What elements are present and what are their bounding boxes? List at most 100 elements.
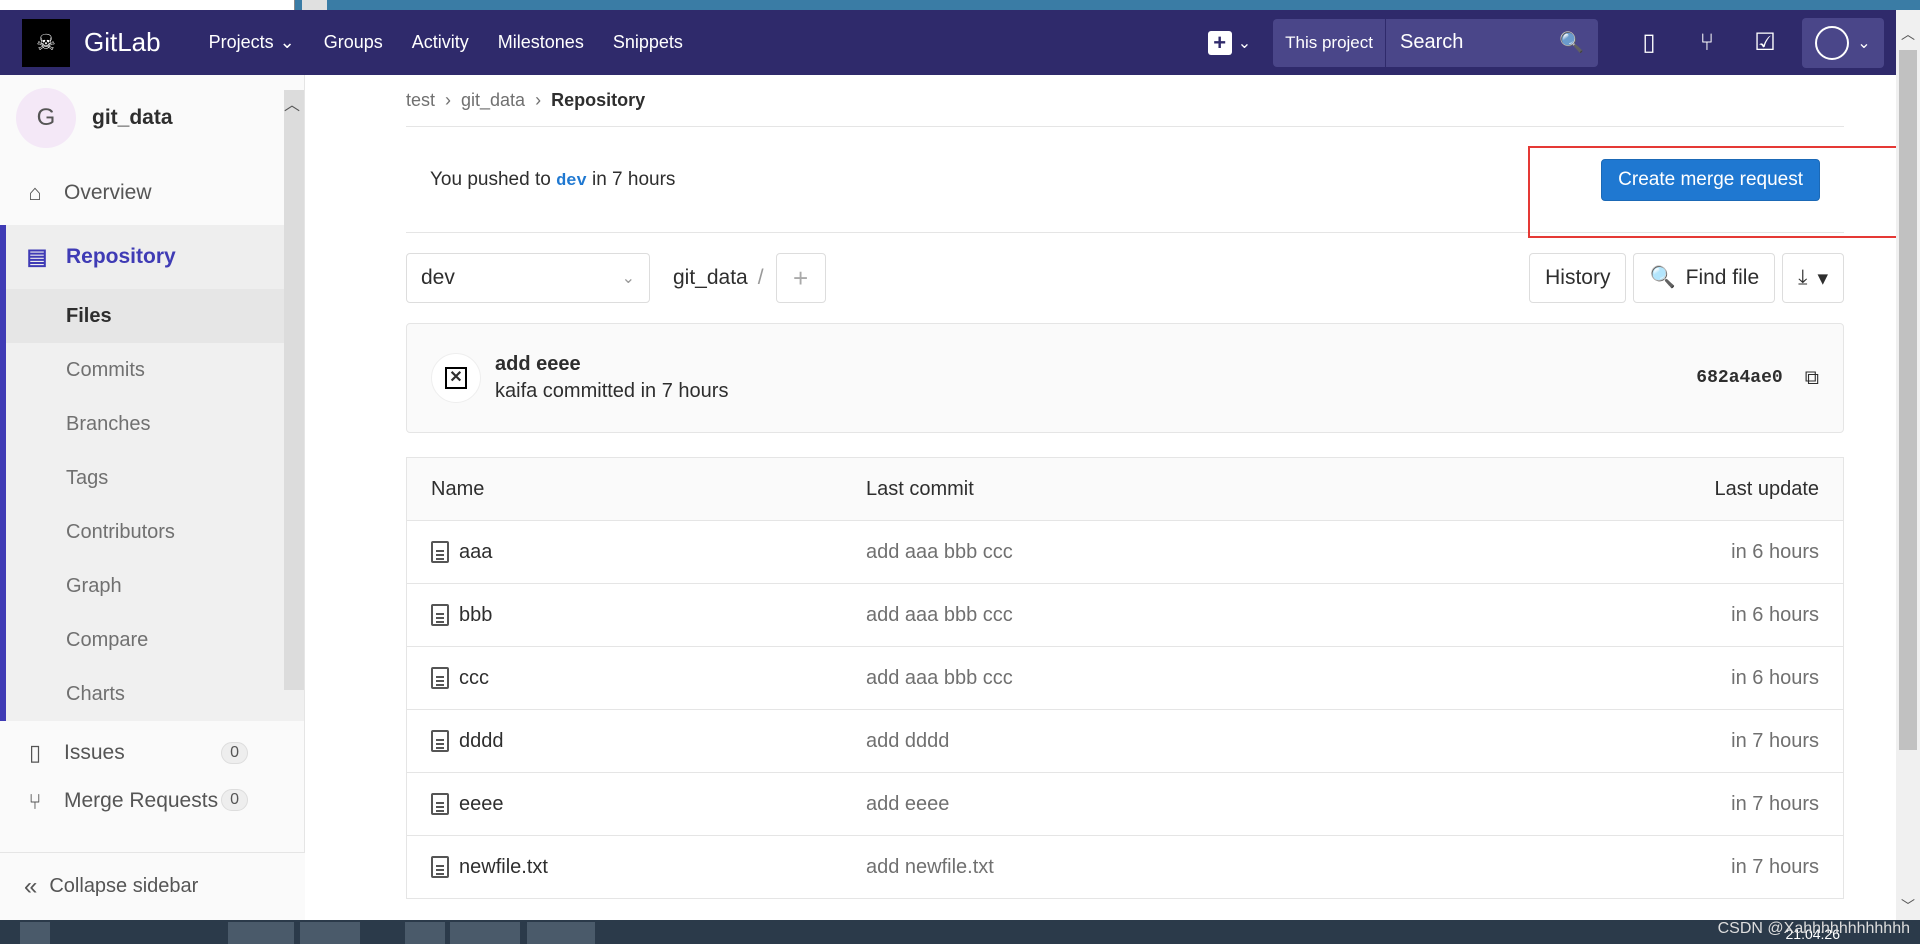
- file-updated-cell: in 7 hours: [1731, 792, 1819, 815]
- nav-snippets[interactable]: Snippets: [613, 32, 683, 53]
- file-updated-cell: in 6 hours: [1731, 666, 1819, 689]
- chevron-down-icon[interactable]: ﹀: [1901, 896, 1915, 916]
- commit-title[interactable]: add eeee: [495, 353, 728, 376]
- double-chevron-left-icon: «: [24, 872, 38, 900]
- file-commit-cell[interactable]: add aaa bbb ccc: [866, 667, 1731, 690]
- issues-nav-icon[interactable]: ▯: [1620, 10, 1678, 75]
- sidebar-subitem-tags[interactable]: Tags: [0, 451, 304, 505]
- nav-activity[interactable]: Activity: [412, 32, 469, 53]
- file-name-cell[interactable]: bbb: [431, 604, 866, 627]
- breadcrumb-item[interactable]: git_data: [461, 90, 525, 111]
- nav-groups[interactable]: Groups: [324, 32, 383, 53]
- sidebar-subitem-commits[interactable]: Commits: [0, 343, 304, 397]
- start-button[interactable]: [20, 922, 50, 944]
- breadcrumb-current[interactable]: Repository: [551, 90, 645, 111]
- file-commit-cell[interactable]: add newfile.txt: [866, 856, 1731, 879]
- sidebar-subitem-files[interactable]: Files: [0, 289, 304, 343]
- taskbar-app[interactable]: [228, 922, 294, 944]
- taskbar-app[interactable]: [450, 922, 520, 944]
- file-commit-cell[interactable]: add dddd: [866, 730, 1731, 753]
- sidebar-item-label: Issues: [64, 741, 125, 764]
- commit-avatar[interactable]: ✕: [431, 353, 481, 403]
- file-name[interactable]: dddd: [459, 730, 504, 753]
- gitlab-logo-icon[interactable]: ☠: [22, 18, 70, 67]
- sidebar-item-repository[interactable]: ▤ Repository: [0, 225, 304, 289]
- sidebar-subitem-graph[interactable]: Graph: [0, 559, 304, 613]
- file-name-cell[interactable]: eeee: [431, 793, 866, 816]
- taskbar-app[interactable]: [527, 922, 595, 944]
- sidebar-project-header[interactable]: G git_data: [0, 75, 304, 161]
- search-icon: 🔍: [1649, 266, 1676, 289]
- os-taskbar: 21:04:26 CSDN @Xahhhhhhhhhhhh: [0, 920, 1920, 944]
- file-name[interactable]: bbb: [459, 604, 492, 627]
- user-menu[interactable]: ⌄: [1802, 17, 1884, 68]
- main-content: test › git_data › Repository You pushed …: [406, 75, 1906, 899]
- mr-count-badge: 0: [221, 789, 248, 811]
- sidebar-item-merge-requests[interactable]: ⑂ Merge Requests 0: [0, 785, 304, 815]
- top-navbar: ☠ GitLab Projects ⌄ Groups Activity Miles…: [0, 10, 1896, 75]
- history-button[interactable]: History: [1529, 253, 1627, 303]
- add-to-tree-button[interactable]: +: [775, 253, 826, 303]
- file-name[interactable]: eeee: [459, 793, 504, 816]
- repo-path[interactable]: git_data: [673, 266, 748, 290]
- file-updated-cell: in 6 hours: [1731, 540, 1819, 563]
- chevron-up-icon[interactable]: ︿: [284, 91, 300, 115]
- file-name[interactable]: ccc: [459, 667, 489, 690]
- search-input[interactable]: Search 🔍: [1386, 18, 1598, 67]
- page-scrollbar[interactable]: ︿ ﹀: [1896, 10, 1920, 920]
- sidebar-item-issues[interactable]: ▯ Issues 0: [0, 721, 304, 785]
- table-row: dddd add dddd in 7 hours: [407, 710, 1843, 773]
- push-suffix: in 7 hours: [591, 168, 676, 190]
- commit-sha[interactable]: 682a4ae0: [1696, 368, 1782, 388]
- chevron-up-icon[interactable]: ︿: [1901, 24, 1915, 44]
- file-commit-cell[interactable]: add eeee: [866, 793, 1731, 816]
- browser-tab-strip: [0, 0, 1920, 10]
- download-dropdown-button[interactable]: ⤓ ▾: [1782, 253, 1844, 303]
- sidebar-subitem-compare[interactable]: Compare: [0, 613, 304, 667]
- new-tab-button[interactable]: [302, 0, 327, 10]
- project-name: git_data: [92, 106, 173, 129]
- sidebar-subitem-branches[interactable]: Branches: [0, 397, 304, 451]
- sidebar-scrollbar[interactable]: [284, 90, 304, 690]
- sidebar-item-overview[interactable]: ⌂ Overview: [0, 161, 304, 225]
- file-commit-cell[interactable]: add aaa bbb ccc: [866, 604, 1731, 627]
- collapse-sidebar-button[interactable]: « Collapse sidebar: [0, 852, 305, 920]
- table-row: newfile.txt add newfile.txt in 7 hours: [407, 836, 1843, 899]
- file-name[interactable]: aaa: [459, 541, 492, 564]
- todos-nav-icon[interactable]: ☑: [1736, 10, 1794, 75]
- taskbar-app[interactable]: [300, 922, 360, 944]
- file-name-cell[interactable]: ccc: [431, 667, 866, 690]
- nav-links: Projects ⌄ Groups Activity Milestones Sni…: [209, 32, 712, 53]
- find-file-button[interactable]: 🔍 Find file: [1633, 253, 1776, 303]
- branch-select[interactable]: dev ⌄: [406, 253, 650, 303]
- search-placeholder: Search: [1400, 31, 1464, 53]
- search-bar: This project Search 🔍: [1273, 18, 1598, 67]
- file-name-cell[interactable]: dddd: [431, 730, 866, 753]
- push-branch-link[interactable]: dev: [556, 172, 587, 191]
- nav-projects[interactable]: Projects ⌄: [209, 32, 295, 53]
- last-commit-panel: ✕ add eeee kaifa committed in 7 hours 68…: [406, 323, 1844, 433]
- nav-milestones[interactable]: Milestones: [498, 32, 584, 53]
- sidebar-subitem-charts[interactable]: Charts: [0, 667, 304, 721]
- file-name[interactable]: newfile.txt: [459, 856, 548, 879]
- file-name-cell[interactable]: newfile.txt: [431, 856, 866, 879]
- copy-icon[interactable]: ⧉: [1805, 367, 1819, 390]
- brand-name[interactable]: GitLab: [84, 27, 161, 58]
- taskbar-app[interactable]: [405, 922, 445, 944]
- push-prefix: You pushed to: [430, 168, 551, 190]
- browser-tab[interactable]: [0, 0, 295, 10]
- file-icon: [431, 793, 449, 815]
- merge-requests-nav-icon[interactable]: ⑂: [1678, 10, 1736, 75]
- file-commit-cell[interactable]: add aaa bbb ccc: [866, 541, 1731, 564]
- push-message: You pushed to dev in 7 hours: [430, 169, 675, 191]
- breadcrumb-item[interactable]: test: [406, 90, 435, 111]
- scrollbar-thumb[interactable]: [1899, 50, 1917, 750]
- search-scope-badge[interactable]: This project: [1273, 18, 1386, 67]
- column-header-last-commit: Last commit: [866, 477, 974, 500]
- annotation-highlight-box: [1528, 146, 1906, 238]
- new-dropdown[interactable]: + ⌄: [1207, 30, 1251, 55]
- sidebar-subitem-contributors[interactable]: Contributors: [0, 505, 304, 559]
- commit-info: add eeee kaifa committed in 7 hours: [495, 353, 728, 403]
- file-name-cell[interactable]: aaa: [431, 541, 866, 564]
- plus-icon: +: [792, 262, 809, 293]
